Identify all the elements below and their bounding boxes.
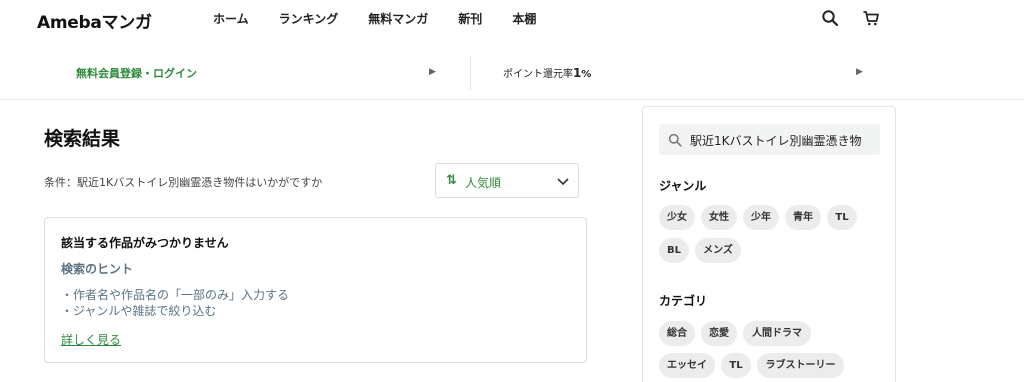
signup-login-label: 無料会員登録・ログイン	[76, 67, 197, 80]
no-results-title: 該当する作品がみつかりません	[61, 236, 229, 250]
hint-item: ・作者名や作品名の「一部のみ」入力する	[61, 288, 290, 302]
genre-tag[interactable]: 青年	[785, 205, 821, 230]
main-nav: ホーム ランキング 無料マンガ 新刊 本棚	[213, 10, 566, 27]
genre-heading: ジャンル	[659, 179, 707, 193]
category-tag[interactable]: 総合	[659, 321, 695, 346]
sort-icon: ⇅	[446, 173, 457, 188]
signup-login-link[interactable]: 無料会員登録・ログイン ▶	[0, 52, 470, 90]
divider	[470, 56, 471, 90]
search-input-value: 駅近1Kバストイレ別幽霊憑き物	[690, 134, 862, 148]
no-results-box: 該当する作品がみつかりません 検索のヒント ・作者名や作品名の「一部のみ」入力す…	[44, 217, 587, 363]
genre-tag[interactable]: 女性	[701, 205, 737, 230]
category-tag[interactable]: 恋愛	[701, 321, 737, 346]
hint-heading: 検索のヒント	[61, 262, 134, 276]
nav-new-release[interactable]: 新刊	[458, 10, 482, 27]
search-input[interactable]: 駅近1Kバストイレ別幽霊憑き物	[659, 124, 880, 155]
page-title: 検索結果	[44, 128, 121, 150]
chevron-down-icon	[556, 173, 570, 187]
sidebar: 駅近1Kバストイレ別幽霊憑き物 ジャンル 少女 女性 少年 青年 TL BL メ…	[642, 106, 896, 382]
hint-item: ・ジャンルや雑誌で絞り込む	[61, 304, 217, 318]
chevron-right-icon: ▶	[429, 67, 436, 77]
genre-tag[interactable]: 少年	[743, 205, 779, 230]
category-tag[interactable]: ラブストーリー	[757, 353, 844, 378]
chevron-right-icon: ▶	[856, 67, 863, 77]
category-tag[interactable]: 人間ドラマ	[743, 321, 811, 346]
site-header: Amebaマンガ ホーム ランキング 無料マンガ 新刊 本棚	[0, 0, 1024, 40]
genre-tag[interactable]: 少女	[659, 205, 695, 230]
genre-tag[interactable]: メンズ	[695, 238, 741, 263]
nav-free-manga[interactable]: 無料マンガ	[368, 10, 428, 27]
sort-select[interactable]: ⇅ 人気順	[435, 163, 579, 198]
search-condition: 条件：駅近1Kバストイレ別幽霊憑き物件はいかがですか	[44, 176, 323, 189]
genre-tag[interactable]: TL	[827, 205, 857, 230]
sort-label: 人気順	[465, 176, 502, 190]
logo[interactable]: Amebaマンガ	[37, 8, 152, 33]
cart-icon[interactable]	[862, 9, 880, 27]
search-icon	[668, 132, 682, 147]
category-tag[interactable]: エッセイ	[659, 353, 715, 378]
category-tag[interactable]: TL	[721, 353, 751, 378]
more-details-link[interactable]: 詳しく見る	[61, 331, 121, 348]
point-rate-label: ポイント還元率1%	[503, 66, 592, 80]
nav-ranking[interactable]: ランキング	[279, 10, 339, 27]
category-heading: カテゴリ	[659, 294, 708, 308]
nav-bookshelf[interactable]: 本棚	[512, 10, 536, 27]
genre-tag[interactable]: BL	[659, 238, 689, 263]
nav-home[interactable]: ホーム	[213, 10, 249, 27]
promo-strip: 無料会員登録・ログイン ▶ ポイント還元率1% ▶	[0, 52, 1024, 100]
search-icon[interactable]	[821, 9, 839, 27]
